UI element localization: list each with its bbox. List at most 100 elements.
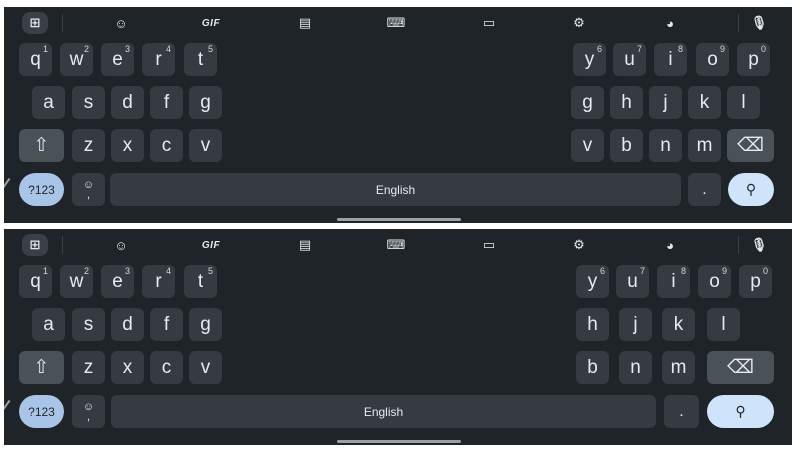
- key-g-right[interactable]: g: [571, 86, 604, 119]
- key-w[interactable]: w2: [60, 43, 93, 76]
- space-bar[interactable]: English: [111, 395, 656, 428]
- shift-key[interactable]: ⇧: [19, 351, 64, 384]
- key-h[interactable]: h: [576, 308, 609, 341]
- key-t[interactable]: t5: [184, 265, 217, 298]
- key-label: l: [741, 91, 746, 113]
- key-g[interactable]: g: [189, 86, 222, 119]
- key-hint: 2: [83, 266, 89, 276]
- screen-icon[interactable]: ▭: [478, 12, 500, 34]
- gesture-handle[interactable]: [337, 218, 461, 221]
- palette-icon[interactable]: ◕: [659, 234, 681, 256]
- key-g[interactable]: g: [189, 308, 222, 341]
- gear-icon[interactable]: ⚙: [568, 234, 590, 256]
- gif-button[interactable]: GIF: [200, 234, 222, 256]
- key-n[interactable]: n: [649, 129, 682, 162]
- key-c[interactable]: c: [150, 129, 183, 162]
- key-m[interactable]: m: [688, 129, 721, 162]
- grid-icon[interactable]: ⊞: [22, 234, 48, 256]
- key-x[interactable]: x: [111, 351, 144, 384]
- search-key[interactable]: ⚲: [707, 395, 774, 428]
- key-v[interactable]: v: [189, 351, 222, 384]
- key-z[interactable]: z: [72, 129, 105, 162]
- key-i[interactable]: i8: [657, 265, 690, 298]
- clipboard-icon[interactable]: ▤: [294, 12, 316, 34]
- key-j[interactable]: j: [619, 308, 652, 341]
- emoji-key[interactable]: ☺,: [72, 173, 105, 206]
- key-x[interactable]: x: [111, 129, 144, 162]
- key-d[interactable]: d: [111, 86, 144, 119]
- period-key[interactable]: .: [664, 395, 699, 428]
- key-j[interactable]: j: [649, 86, 682, 119]
- grid-icon[interactable]: ⊞: [22, 12, 48, 34]
- space-bar[interactable]: English: [110, 173, 681, 206]
- key-l[interactable]: l: [727, 86, 760, 119]
- key-i[interactable]: i8: [654, 43, 687, 76]
- key-q[interactable]: q1: [19, 265, 52, 298]
- mic-icon[interactable]: 🎙: [748, 12, 770, 34]
- key-s[interactable]: s: [72, 86, 105, 119]
- comma-label: ,: [86, 188, 91, 201]
- key-e[interactable]: e3: [101, 265, 134, 298]
- key-y[interactable]: y6: [576, 265, 609, 298]
- gif-button[interactable]: GIF: [200, 12, 222, 34]
- key-n[interactable]: n: [619, 351, 652, 384]
- key-e[interactable]: e3: [101, 43, 134, 76]
- key-h[interactable]: h: [610, 86, 643, 119]
- space-label: English: [375, 182, 416, 197]
- key-k[interactable]: k: [662, 308, 695, 341]
- gesture-handle[interactable]: [337, 440, 461, 443]
- key-o[interactable]: o9: [696, 43, 729, 76]
- backspace-key[interactable]: ⌫: [707, 351, 774, 384]
- key-a[interactable]: a: [32, 86, 65, 119]
- key-y[interactable]: y6: [573, 43, 606, 76]
- key-l[interactable]: l: [707, 308, 740, 341]
- key-p[interactable]: p0: [737, 43, 770, 76]
- symbols-key[interactable]: ?123: [19, 395, 64, 428]
- key-label: j: [663, 91, 668, 113]
- clipboard-icon[interactable]: ▤: [294, 234, 316, 256]
- key-b[interactable]: b: [610, 129, 643, 162]
- key-s[interactable]: s: [72, 308, 105, 341]
- key-p[interactable]: p0: [739, 265, 772, 298]
- emoji-key[interactable]: ☺,: [72, 395, 105, 428]
- keyboard-icon[interactable]: ⌨: [385, 12, 407, 34]
- key-z[interactable]: z: [72, 351, 105, 384]
- shift-key[interactable]: ⇧: [19, 129, 64, 162]
- key-hint: 4: [165, 44, 171, 54]
- sticker-icon[interactable]: ☺: [110, 234, 132, 256]
- keyboard-icon[interactable]: ⌨: [385, 234, 407, 256]
- palette-icon[interactable]: ◕: [659, 12, 681, 34]
- key-r[interactable]: r4: [142, 265, 175, 298]
- key-d[interactable]: d: [111, 308, 144, 341]
- key-b[interactable]: b: [576, 351, 609, 384]
- search-key[interactable]: ⚲: [728, 173, 774, 206]
- backspace-key[interactable]: ⌫: [727, 129, 774, 162]
- mic-icon[interactable]: 🎙: [748, 234, 770, 256]
- key-v[interactable]: v: [189, 129, 222, 162]
- key-q[interactable]: q1: [19, 43, 52, 76]
- key-w[interactable]: w2: [60, 265, 93, 298]
- screen-icon[interactable]: ▭: [478, 234, 500, 256]
- symbols-key[interactable]: ?123: [19, 173, 64, 206]
- gear-icon[interactable]: ⚙: [568, 12, 590, 34]
- key-v-right[interactable]: v: [571, 129, 604, 162]
- sticker-icon[interactable]: ☺: [110, 12, 132, 34]
- key-label: e: [112, 270, 123, 292]
- key-hint: 0: [760, 44, 766, 54]
- key-a[interactable]: a: [32, 308, 65, 341]
- key-f[interactable]: f: [150, 308, 183, 341]
- key-u[interactable]: u7: [616, 265, 649, 298]
- key-f[interactable]: f: [150, 86, 183, 119]
- key-c[interactable]: c: [150, 351, 183, 384]
- key-o[interactable]: o9: [698, 265, 731, 298]
- key-r[interactable]: r4: [142, 43, 175, 76]
- key-label: c: [161, 134, 172, 156]
- key-k[interactable]: k: [688, 86, 721, 119]
- key-m[interactable]: m: [662, 351, 695, 384]
- key-t[interactable]: t5: [184, 43, 217, 76]
- period-key[interactable]: .: [688, 173, 721, 206]
- key-u[interactable]: u7: [613, 43, 646, 76]
- key-label: b: [587, 356, 598, 378]
- drag-edge-mark: [4, 399, 11, 415]
- key-label: z: [83, 356, 94, 378]
